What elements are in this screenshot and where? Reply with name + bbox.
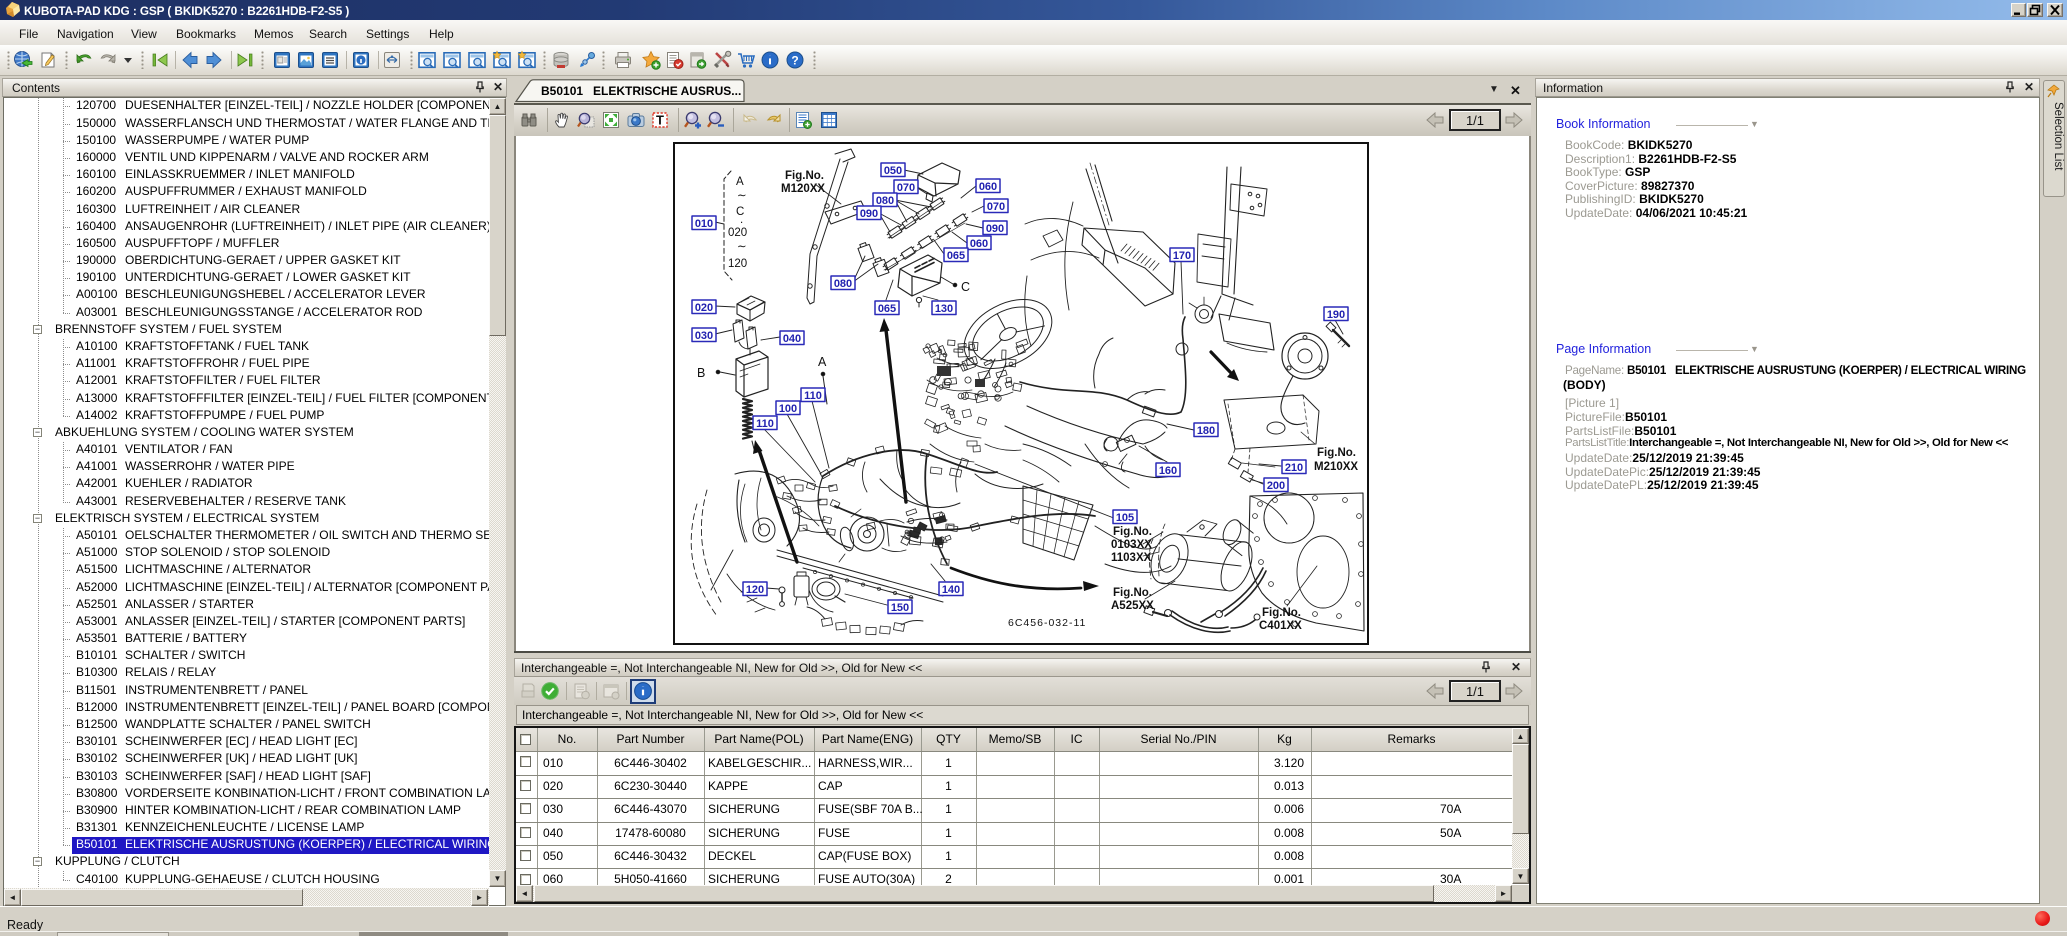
svg-text:Fig.No.: Fig.No.: [1113, 587, 1152, 599]
svg-text:.: .: [740, 214, 743, 226]
svg-text:140: 140: [942, 584, 960, 596]
svg-text:050: 050: [884, 165, 902, 177]
svg-text:A: A: [818, 355, 827, 369]
svg-text:200: 200: [1267, 480, 1285, 492]
svg-text:090: 090: [986, 223, 1004, 235]
svg-text:150: 150: [891, 602, 909, 614]
svg-text:∼: ∼: [737, 190, 747, 202]
svg-text:190: 190: [1327, 309, 1345, 321]
svg-text:060: 060: [970, 238, 988, 250]
svg-text:C401XX: C401XX: [1259, 620, 1302, 632]
svg-text:100: 100: [779, 403, 797, 415]
svg-text:6C456-032-11: 6C456-032-11: [1008, 617, 1086, 629]
svg-text:120: 120: [746, 584, 764, 596]
svg-text:065: 065: [947, 250, 965, 262]
svg-text:T: T: [656, 113, 664, 128]
svg-text:070: 070: [897, 182, 915, 194]
svg-text:180: 180: [1197, 425, 1215, 437]
svg-text:160: 160: [1159, 465, 1177, 477]
svg-text:130: 130: [935, 303, 953, 315]
svg-text:C: C: [961, 280, 970, 294]
svg-text:B: B: [697, 366, 705, 380]
svg-text:080: 080: [834, 278, 852, 290]
svg-text:110: 110: [804, 390, 822, 402]
svg-text:Fig.No.: Fig.No.: [785, 170, 824, 182]
svg-text:020: 020: [728, 227, 747, 239]
svg-text:?: ?: [791, 53, 798, 67]
svg-text:120: 120: [728, 258, 747, 270]
svg-text:090: 090: [860, 208, 878, 220]
svg-text:210: 210: [1285, 462, 1303, 474]
svg-text:1103XX: 1103XX: [1111, 552, 1152, 564]
svg-text:0103XX: 0103XX: [1111, 539, 1152, 551]
svg-text:010: 010: [695, 218, 713, 230]
svg-text:170: 170: [1173, 250, 1191, 262]
svg-text:M210XX: M210XX: [1314, 461, 1358, 473]
svg-text:A525XX: A525XX: [1111, 600, 1154, 612]
svg-text:∼: ∼: [737, 241, 747, 253]
svg-text:A: A: [736, 176, 744, 188]
svg-text:105: 105: [1116, 512, 1134, 524]
svg-text:065: 065: [878, 303, 896, 315]
svg-text:040: 040: [783, 333, 801, 345]
svg-text:030: 030: [695, 330, 713, 342]
svg-text:M120XX: M120XX: [781, 183, 825, 195]
svg-text:Fig.No.: Fig.No.: [1113, 526, 1152, 538]
svg-text:080: 080: [876, 195, 894, 207]
svg-text:Fig.No.: Fig.No.: [1317, 447, 1356, 459]
svg-text:Fig.No.: Fig.No.: [1262, 607, 1301, 619]
svg-text:110: 110: [756, 418, 774, 430]
svg-text:070: 070: [987, 201, 1005, 213]
svg-text:020: 020: [695, 302, 713, 314]
svg-text:060: 060: [979, 181, 997, 193]
